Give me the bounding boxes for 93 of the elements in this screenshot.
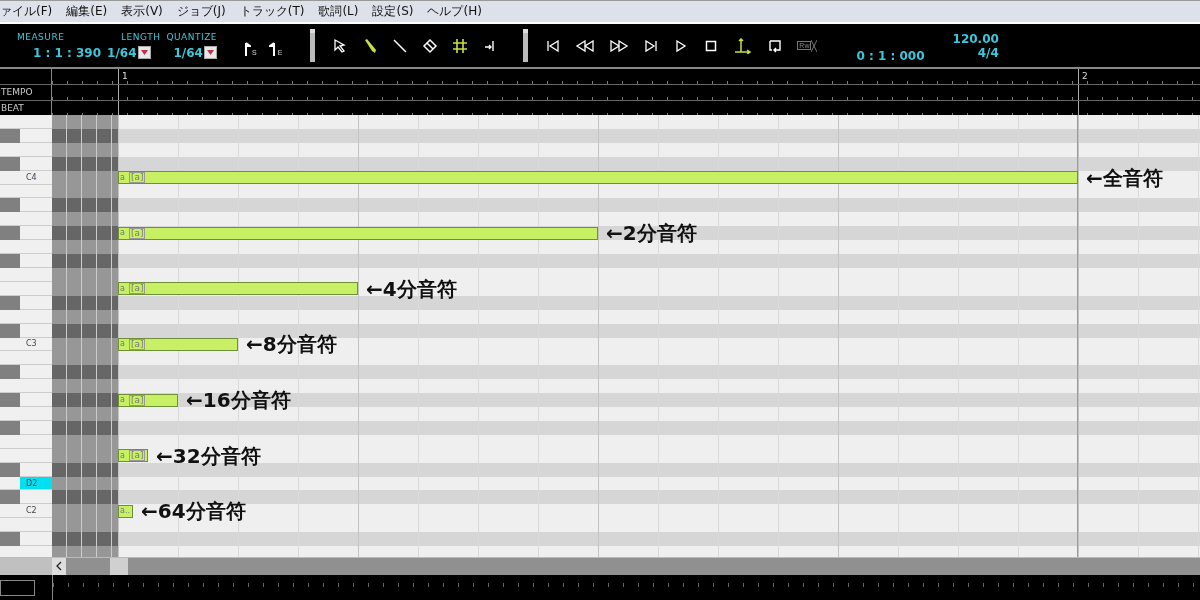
piano-key[interactable] [0,532,20,547]
measure-label: MEASURE [17,31,65,42]
ruler-row-label: TEMPO [0,85,52,100]
piano-key[interactable] [0,198,20,213]
note-lyric: a [120,173,125,182]
note-phoneme: [a] [128,172,146,184]
menu-item[interactable]: トラック(T) [239,3,305,20]
grid-icon [452,37,469,54]
pre-measure-cell [52,254,118,268]
pre-measure-cell [52,365,118,380]
pre-measure-cell [52,393,118,408]
key-label[interactable]: C2 [20,504,52,519]
cross-icon [811,39,818,52]
quantize-dropdown[interactable] [203,46,217,59]
note-phoneme: [a] [128,450,146,462]
pre-measure-cell [52,240,118,255]
scrollbar-corner [0,558,52,575]
pre-measure-cell [52,198,118,213]
menu-item[interactable]: ァイル(F) [0,3,53,20]
scroll-left-button[interactable] [52,558,66,575]
end-flag-icon [268,41,277,56]
piano-key[interactable] [0,490,20,505]
piano-key[interactable] [0,351,20,366]
toolbar-handle[interactable] [310,29,316,62]
measure-number: 2 [1081,70,1088,83]
length-dropdown[interactable] [137,46,151,59]
length-label: LENGTH [121,31,161,42]
note-phoneme: [a] [128,394,146,406]
fast-forward-icon [609,37,630,54]
piano-key[interactable] [0,240,20,255]
start-flag-icon [243,41,251,56]
quantize-label: QUANTIZE [166,31,217,42]
line-icon [392,37,409,54]
pre-measure-cell [52,518,118,533]
note[interactable] [118,171,1078,185]
piano-key[interactable] [0,393,20,408]
note[interactable] [118,504,134,518]
piano-key[interactable] [0,365,20,380]
toolbar-handle[interactable] [523,29,529,62]
measure-number: 1 [121,70,128,83]
scroll-thumb[interactable] [110,558,128,575]
piano-key[interactable] [0,212,20,227]
note[interactable] [118,393,179,407]
loop-icon [767,37,784,54]
note[interactable] [118,282,358,296]
note-lyric: a [120,229,125,238]
pre-measure-cell [52,407,118,421]
note-phoneme: [a] [128,227,146,239]
pre-measure-cell [52,532,118,547]
note[interactable] [118,226,598,240]
dropdown-arrow-icon [206,50,214,55]
note-phoneme: [a] [128,338,146,350]
follow-arrow-icon [733,37,754,54]
pre-measure-cell [52,212,118,227]
length-value: 1/64 [107,45,137,60]
note-lyric: a [120,340,125,349]
pre-measure-cell [52,379,118,394]
piano-key[interactable] [0,226,20,241]
piano-key[interactable] [0,518,20,533]
beat-readout: 4/4 [977,45,999,60]
quantize-value: 1/64 [173,45,203,60]
menu-item[interactable]: 歌詞(L) [318,3,359,20]
note[interactable] [118,449,148,463]
pencil-icon [362,37,379,54]
pre-measure-cell [52,504,118,519]
note-lyric: a [120,451,125,460]
transport-button[interactable] [733,35,754,56]
piano-key[interactable] [0,379,20,394]
rewind-icon [575,37,596,54]
menu-item[interactable]: ジョブ(J) [176,3,226,20]
skip-forward-icon [643,37,660,54]
note-lyric: a [120,284,125,293]
empty-box [0,579,35,596]
skip-back-icon [545,37,562,54]
pre-measure-cell [52,226,118,241]
dropdown-arrow-icon [140,50,148,55]
pre-measure-cell [52,115,118,129]
menu-item[interactable]: ヘルプ(H) [427,3,482,20]
chevron-left-icon [56,560,62,571]
menu-item[interactable]: 設定(S) [372,3,414,20]
position-readout: 0 : 1 : 000 [856,48,925,63]
note-phoneme: [a] [128,283,146,295]
measure-value: 1 : 1 : 390 [33,45,102,60]
menu-item[interactable]: 編集(E) [66,3,108,20]
horizontal-scrollbar[interactable] [0,557,1200,575]
eraser-icon [422,37,439,54]
tempo-readout: 120.00 [952,31,999,46]
menu-item[interactable]: 表示(V) [121,3,163,20]
note-lyric: a.. [120,507,130,516]
note-lyric: a [120,396,125,405]
pre-measure-cell [52,546,118,557]
pre-measure-cell [52,351,118,366]
pre-measure-cell [52,490,118,505]
